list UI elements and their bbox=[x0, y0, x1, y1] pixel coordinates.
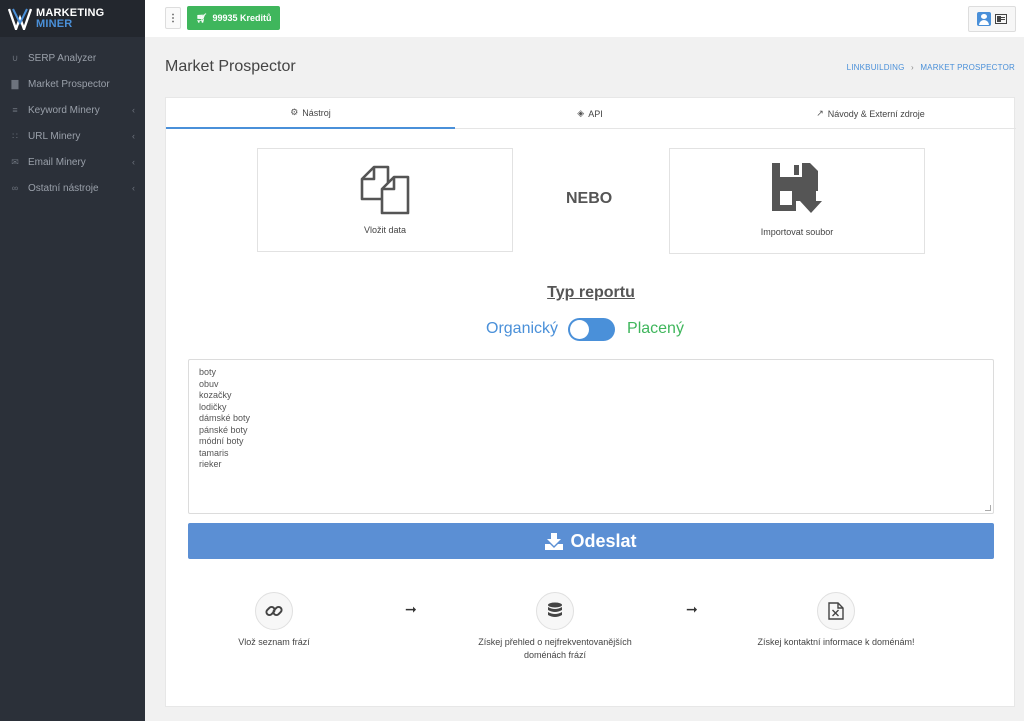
logo-icon bbox=[8, 8, 32, 30]
sidebar-item-label: Market Prospector bbox=[28, 78, 110, 90]
phrase-line: rieker bbox=[199, 459, 222, 469]
breadcrumb: LINKBUILDING › MARKET PROSPECTOR bbox=[847, 63, 1015, 72]
user-menu-button[interactable] bbox=[968, 6, 1016, 32]
page-title: Market Prospector bbox=[165, 58, 296, 75]
chevron-left-icon: ‹ bbox=[132, 157, 135, 167]
credits-button[interactable]: 🛒︎ 99935 Kreditů bbox=[187, 6, 281, 30]
sidebar-item-label: Email Minery bbox=[28, 156, 86, 168]
sidebar-nav: ∪ SERP Analyzer ▇ Market Prospector ≡ Ke… bbox=[0, 37, 145, 201]
breadcrumb-separator-icon: › bbox=[911, 63, 914, 72]
sidebar-item-label: URL Minery bbox=[28, 130, 81, 142]
sidebar-item-label: SERP Analyzer bbox=[28, 52, 97, 64]
organic-option-label[interactable]: Organický bbox=[486, 320, 558, 338]
step-1-text: Vlož seznam frází bbox=[238, 637, 310, 647]
phrase-line: lodičky bbox=[199, 401, 227, 412]
credits-label: 99935 Kreditů bbox=[212, 13, 272, 23]
menu-toggle-button[interactable]: ⋮ bbox=[165, 7, 181, 29]
phrase-line: tamaris bbox=[199, 447, 229, 458]
paste-data-button[interactable]: Vložit data bbox=[257, 148, 513, 252]
phrase-line: kozačky bbox=[199, 390, 232, 400]
phrase-line: boty bbox=[199, 367, 217, 377]
breadcrumb-link-linkbuilding[interactable]: LINKBUILDING bbox=[847, 63, 905, 72]
sidebar-item-url-minery[interactable]: ∷ URL Minery ‹ bbox=[0, 123, 145, 149]
submit-label: Odeslat bbox=[570, 530, 637, 551]
cube-icon: ◈ bbox=[577, 108, 585, 118]
cogs-icon: ⚙ bbox=[290, 107, 299, 117]
report-type-toggle-row: Organický Placený bbox=[486, 317, 684, 341]
tab-label: API bbox=[588, 108, 603, 119]
chevron-left-icon: ‹ bbox=[132, 105, 135, 115]
tab-api[interactable]: ◈ API bbox=[455, 98, 725, 129]
step-3-text: Získej kontaktní informace k doménám! bbox=[757, 637, 915, 647]
sidebar-item-email-minery[interactable]: ✉ Email Minery ‹ bbox=[0, 149, 145, 175]
logo-text-marketing: MARKETING bbox=[36, 6, 105, 19]
tool-panel: ⚙ Nástroj ◈ API ↗ Návody & Externí zdroj… bbox=[165, 97, 1016, 707]
resize-handle[interactable] bbox=[985, 505, 991, 511]
step-3-circle bbox=[817, 592, 855, 630]
user-avatar-icon bbox=[977, 12, 991, 26]
arrow-right-icon: ➞ bbox=[405, 601, 417, 617]
cart-icon: 🛒︎ bbox=[196, 12, 208, 23]
phrases-list: boty obuv kozačky lodičky dámské boty pá… bbox=[199, 367, 983, 471]
logo-text-miner: MINER bbox=[36, 17, 73, 30]
sidebar-item-other-tools[interactable]: ∞ Ostatní nástroje ‹ bbox=[0, 175, 145, 201]
import-file-label: Importovat soubor bbox=[760, 227, 834, 237]
link-icon: ∞ bbox=[11, 183, 19, 193]
excel-file-icon bbox=[828, 602, 844, 620]
breadcrumb-current: MARKET PROSPECTOR bbox=[920, 63, 1015, 72]
sidebar-item-label: Keyword Minery bbox=[28, 104, 100, 116]
external-link-icon: ↗ bbox=[816, 108, 824, 118]
step-1-circle bbox=[255, 592, 293, 630]
or-separator: NEBO bbox=[566, 190, 613, 207]
chevron-left-icon: ‹ bbox=[132, 183, 135, 193]
phrase-line: pánské boty bbox=[199, 424, 248, 435]
top-bar: ⋮ 🛒︎ 99935 Kreditů bbox=[145, 0, 1024, 37]
link-icon bbox=[265, 605, 283, 617]
tab-guides[interactable]: ↗ Návody & Externí zdroje bbox=[725, 98, 1016, 129]
vertical-dots-icon: ⋮ bbox=[168, 12, 178, 24]
chevron-left-icon: ‹ bbox=[132, 131, 135, 141]
sidebar-item-label: Ostatní nástroje bbox=[28, 182, 99, 194]
sidebar: MARKETING MINER ∪ SERP Analyzer ▇ Market… bbox=[0, 0, 145, 721]
tab-tool[interactable]: ⚙ Nástroj bbox=[166, 98, 455, 129]
report-type-switch[interactable] bbox=[568, 317, 616, 341]
arrow-right-icon: ➞ bbox=[686, 601, 698, 617]
switch-knob bbox=[570, 319, 590, 339]
database-icon bbox=[548, 602, 562, 617]
envelope-icon: ✉ bbox=[11, 156, 19, 167]
step-2-circle bbox=[536, 592, 574, 630]
submit-button[interactable]: Odeslat bbox=[188, 523, 994, 559]
sidebar-item-serp-analyzer[interactable]: ∪ SERP Analyzer bbox=[0, 45, 145, 71]
phrase-line: dámské boty bbox=[199, 413, 251, 423]
sidebar-item-keyword-minery[interactable]: ≡ Keyword Minery ‹ bbox=[0, 97, 145, 123]
bar-chart-icon: ▇ bbox=[11, 78, 19, 89]
phrase-line: obuv bbox=[199, 378, 219, 389]
sidebar-item-market-prospector[interactable]: ▇ Market Prospector bbox=[0, 71, 145, 97]
import-file-button[interactable]: Importovat soubor bbox=[669, 148, 925, 254]
id-card-icon bbox=[995, 14, 1007, 24]
phrase-line: módní boty bbox=[199, 436, 244, 446]
magnet-icon: ∪ bbox=[11, 52, 19, 63]
tab-label: Nástroj bbox=[302, 107, 331, 118]
report-type-title: Typ reportu bbox=[547, 284, 635, 301]
copy-icon bbox=[360, 165, 410, 215]
paste-data-label: Vložit data bbox=[363, 225, 407, 235]
phrases-textarea[interactable]: boty obuv kozačky lodičky dámské boty pá… bbox=[188, 359, 994, 514]
download-icon bbox=[545, 532, 564, 550]
save-download-icon bbox=[772, 163, 822, 213]
sitemap-icon: ∷ bbox=[12, 130, 18, 141]
step-2-text: Získej přehled o nejfrekventovanějších d… bbox=[478, 637, 632, 660]
app-logo[interactable]: MARKETING MINER bbox=[0, 0, 145, 37]
sort-icon: ≡ bbox=[12, 105, 18, 115]
tab-bar: ⚙ Nástroj ◈ API ↗ Návody & Externí zdroj… bbox=[166, 98, 1016, 129]
paid-option-label[interactable]: Placený bbox=[627, 320, 684, 338]
tab-label: Návody & Externí zdroje bbox=[827, 108, 925, 119]
